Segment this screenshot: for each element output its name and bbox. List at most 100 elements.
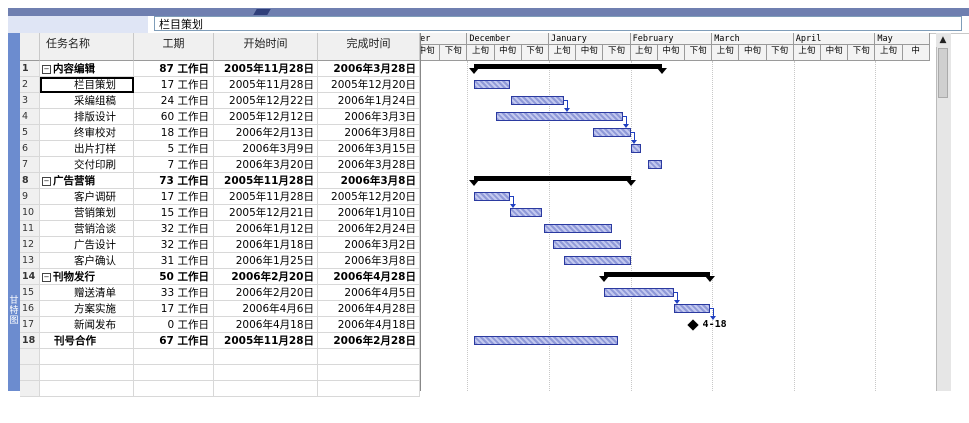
empty-cell[interactable] [318,381,420,397]
finish-cell[interactable]: 2006年3月8日 [318,253,420,269]
task-name-cell[interactable]: 栏目策划 [40,77,134,93]
duration-cell[interactable]: 32 工作日 [134,237,214,253]
row-id-cell[interactable]: 3 [20,93,40,109]
empty-cell[interactable] [40,365,134,381]
row-id-cell[interactable]: 11 [20,221,40,237]
duration-cell[interactable]: 0 工作日 [134,317,214,333]
finish-cell[interactable]: 2006年2月28日 [318,333,420,349]
task-name-cell[interactable]: 终审校对 [40,125,134,141]
table-row[interactable]: 1− 内容编辑 87 工作日 2005年11月28日 2006年3月28日 [20,61,420,77]
task-name-cell[interactable]: 方案实施 [40,301,134,317]
duration-cell[interactable]: 7 工作日 [134,157,214,173]
task-name-cell[interactable]: 排版设计 [40,109,134,125]
duration-cell[interactable]: 17 工作日 [134,301,214,317]
empty-cell[interactable] [40,381,134,397]
task-name-cell[interactable]: 营销洽谈 [40,221,134,237]
task-name-cell[interactable]: 赠送清单 [40,285,134,301]
duration-cell[interactable]: 32 工作日 [134,221,214,237]
duration-cell[interactable]: 15 工作日 [134,205,214,221]
table-row[interactable]: 7 交付印刷 7 工作日 2006年3月20日 2006年3月28日 [20,157,420,173]
collapse-toggle-icon[interactable]: − [42,272,51,282]
row-id-cell[interactable]: 16 [20,301,40,317]
table-row[interactable]: 3 采编组稿 24 工作日 2005年12月22日 2006年1月24日 [20,93,420,109]
row-header-corner[interactable] [20,33,40,61]
start-cell[interactable]: 2006年2月20日 [214,285,318,301]
finish-cell[interactable]: 2006年1月24日 [318,93,420,109]
start-cell[interactable]: 2005年11月28日 [214,173,318,189]
row-id-cell[interactable]: 17 [20,317,40,333]
start-cell[interactable]: 2006年2月13日 [214,125,318,141]
empty-cell[interactable] [134,349,214,365]
row-id-cell[interactable]: 14 [20,269,40,285]
start-cell[interactable]: 2006年1月18日 [214,237,318,253]
entry-bar-input[interactable]: 栏目策划 [154,16,962,31]
task-name-cell[interactable]: 出片打样 [40,141,134,157]
task-bar[interactable] [495,112,623,121]
task-bar[interactable] [509,208,543,217]
summary-bar[interactable] [469,176,636,186]
start-cell[interactable]: 2005年12月12日 [214,109,318,125]
task-bar[interactable] [474,336,619,345]
empty-cell[interactable] [20,381,40,397]
table-row[interactable]: 4 排版设计 60 工作日 2005年12月12日 2006年3月3日 [20,109,420,125]
column-header-finish[interactable]: 完成时间 [318,33,420,61]
scroll-up-arrow-icon[interactable]: ▲ [936,33,950,47]
collapse-toggle-icon[interactable]: − [42,64,51,74]
empty-cell[interactable] [318,365,420,381]
row-id-cell[interactable]: 8 [20,173,40,189]
task-name-cell[interactable]: 客户调研 [40,189,134,205]
empty-cell[interactable] [134,365,214,381]
finish-cell[interactable]: 2006年3月3日 [318,109,420,125]
task-bar[interactable] [673,304,710,313]
start-cell[interactable]: 2006年3月20日 [214,157,318,173]
task-name-cell[interactable]: − 刊物发行 [40,269,134,285]
finish-cell[interactable]: 2006年3月28日 [318,61,420,77]
finish-cell[interactable]: 2006年1月10日 [318,205,420,221]
table-row[interactable]: 8− 广告营销 73 工作日 2005年11月28日 2006年3月8日 [20,173,420,189]
task-name-cell[interactable]: 客户确认 [40,253,134,269]
task-bar[interactable] [511,96,564,105]
task-name-cell[interactable]: 营销策划 [40,205,134,221]
empty-cell[interactable] [134,381,214,397]
finish-cell[interactable]: 2006年3月15日 [318,141,420,157]
empty-cell[interactable] [40,349,134,365]
task-bar[interactable] [563,256,631,265]
row-id-cell[interactable]: 13 [20,253,40,269]
table-row[interactable]: 14− 刊物发行 50 工作日 2006年2月20日 2006年4月28日 [20,269,420,285]
empty-row[interactable] [20,365,420,381]
start-cell[interactable]: 2005年11月28日 [214,189,318,205]
task-bar[interactable] [474,192,510,201]
column-header-name[interactable]: 任务名称 [40,33,134,61]
task-bar[interactable] [553,240,622,249]
duration-cell[interactable]: 50 工作日 [134,269,214,285]
table-row[interactable]: 2 栏目策划 17 工作日 2005年11月28日 2005年12月20日 [20,77,420,93]
finish-cell[interactable]: 2005年12月20日 [318,77,420,93]
row-id-cell[interactable]: 5 [20,125,40,141]
duration-cell[interactable]: 17 工作日 [134,77,214,93]
summary-bar[interactable] [599,272,715,282]
row-id-cell[interactable]: 4 [20,109,40,125]
finish-cell[interactable]: 2006年3月8日 [318,125,420,141]
duration-cell[interactable]: 73 工作日 [134,173,214,189]
row-id-cell[interactable]: 12 [20,237,40,253]
collapse-toggle-icon[interactable]: − [42,176,51,186]
task-name-cell[interactable]: 广告设计 [40,237,134,253]
empty-cell[interactable] [214,381,318,397]
table-row[interactable]: 11 营销洽谈 32 工作日 2006年1月12日 2006年2月24日 [20,221,420,237]
table-row[interactable]: 12 广告设计 32 工作日 2006年1月18日 2006年3月2日 [20,237,420,253]
task-name-cell[interactable]: 交付印刷 [40,157,134,173]
empty-cell[interactable] [318,349,420,365]
finish-cell[interactable]: 2006年3月28日 [318,157,420,173]
finish-cell[interactable]: 2006年3月2日 [318,237,420,253]
gantt-chart[interactable]: berDecemberJanuaryFebruaryMarchAprilMay中… [420,33,937,391]
table-row[interactable]: 15 赠送清单 33 工作日 2006年2月20日 2006年4月5日 [20,285,420,301]
summary-bar[interactable] [469,64,667,74]
start-cell[interactable]: 2006年1月25日 [214,253,318,269]
table-row[interactable]: 13 客户确认 31 工作日 2006年1月25日 2006年3月8日 [20,253,420,269]
view-bar[interactable] [8,33,20,391]
duration-cell[interactable]: 31 工作日 [134,253,214,269]
task-bar[interactable] [647,160,662,169]
scrollbar-thumb[interactable] [938,48,948,98]
start-cell[interactable]: 2006年1月12日 [214,221,318,237]
row-id-cell[interactable]: 18 [20,333,40,349]
